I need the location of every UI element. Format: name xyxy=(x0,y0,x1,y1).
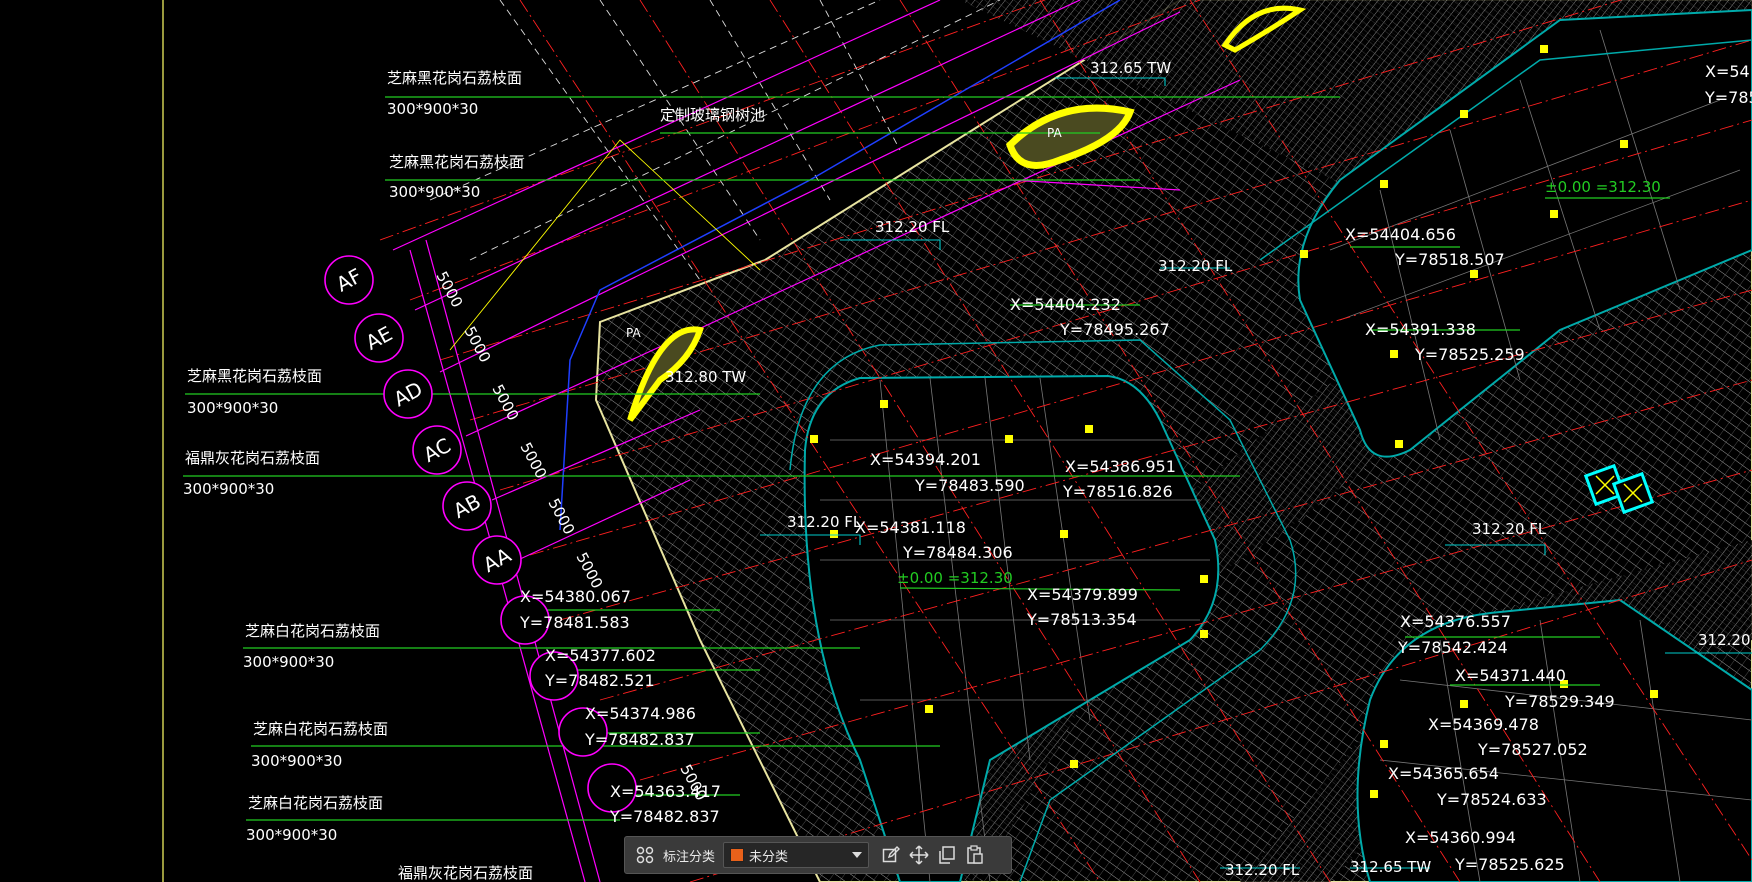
coordinate-x: X=54391.338 xyxy=(1365,320,1476,339)
material-label-size: 300*900*30 xyxy=(389,183,480,201)
coordinate-y: Y=785 xyxy=(1704,88,1752,107)
coordinate-x: X=54386.951 xyxy=(1065,457,1176,476)
annotation-toolbar: 标注分类 未分类 xyxy=(624,836,1012,874)
coordinate-y: Y=78483.590 xyxy=(914,476,1025,495)
coordinate-x: X=54363.417 xyxy=(610,782,721,801)
tree-pit-mark: PA xyxy=(1047,126,1062,140)
material-label-size: 300*900*30 xyxy=(187,399,278,417)
material-label-size: 300*900*30 xyxy=(387,100,478,118)
elevation-label: 312.20 FL xyxy=(875,218,950,236)
material-label-size: 300*900*30 xyxy=(183,480,274,498)
material-label-name: 芝麻白花岗石荔枝面 xyxy=(253,720,388,738)
cad-drawing-canvas[interactable]: AF AE AD AC AB AA 5000 5000 5000 5000 50… xyxy=(0,0,1752,882)
coordinate-y: Y=78516.826 xyxy=(1062,482,1173,501)
coordinate-y: Y=78481.583 xyxy=(519,613,630,632)
coordinate-x: X=54360.994 xyxy=(1405,828,1516,847)
coordinate-x: X=54 xyxy=(1705,62,1750,81)
elevation-label: 312.20 FL xyxy=(1225,861,1300,879)
coordinate-x: X=54371.440 xyxy=(1455,666,1566,685)
paste-icon[interactable] xyxy=(961,841,989,869)
coordinate-y: Y=78527.052 xyxy=(1477,740,1588,759)
coordinate-y: Y=78482.837 xyxy=(584,730,695,749)
elevation-label: 312.20 FL xyxy=(1472,520,1547,538)
coordinate-y: Y=78482.837 xyxy=(609,807,720,826)
chevron-down-icon xyxy=(852,852,863,858)
coordinate-y: Y=78529.349 xyxy=(1504,692,1615,711)
coordinate-x: X=54374.986 xyxy=(585,704,696,723)
coordinate-y: Y=78484.306 xyxy=(902,543,1013,562)
annotation-category-label: 标注分类 xyxy=(663,849,716,865)
coordinate-x: X=54394.201 xyxy=(870,450,981,469)
material-label-name: 福鼎灰花岗石荔枝面 xyxy=(185,449,320,467)
material-label-name: 芝麻黑花岗石荔枝面 xyxy=(389,153,524,171)
coordinate-y: Y=78524.633 xyxy=(1436,790,1547,809)
elevation-label: 312.20 FL xyxy=(1158,257,1233,275)
dimension-text: 5000 xyxy=(488,381,522,423)
datum-elevation-label: ±0.00 =312.30 xyxy=(897,569,1013,587)
category-color-swatch xyxy=(730,848,745,862)
material-label-name: 芝麻黑花岗石荔枝面 xyxy=(187,367,322,385)
dimension-text: 5000 xyxy=(516,439,550,481)
coordinate-x: X=54376.557 xyxy=(1400,612,1511,631)
coordinate-x: X=54365.654 xyxy=(1388,764,1499,783)
material-label-name: 定制玻璃钢树池 xyxy=(660,106,765,124)
material-label-name: 芝麻白花岗石荔枝面 xyxy=(248,794,383,812)
material-label-name: 福鼎灰花岗石荔枝面 xyxy=(398,864,533,882)
coordinate-y: Y=78525.259 xyxy=(1414,345,1525,364)
copy-icon[interactable] xyxy=(933,841,961,869)
coordinate-x: X=54404.656 xyxy=(1345,225,1456,244)
dimension-text: 5000 xyxy=(544,495,578,537)
datum-elevation-label: ±0.00 =312.30 xyxy=(1545,178,1661,196)
elevation-label: 312.20 xyxy=(1698,631,1751,649)
coordinate-y: Y=78518.507 xyxy=(1394,250,1505,269)
coordinate-x: X=54377.602 xyxy=(545,646,656,665)
coordinate-x: X=54381.118 xyxy=(855,518,966,537)
elevation-label: 312.80 TW xyxy=(665,368,746,386)
coordinate-y: Y=78482.521 xyxy=(544,671,655,690)
coordinate-y: Y=78542.424 xyxy=(1397,638,1508,657)
category-select-value: 未分类 xyxy=(749,849,789,865)
elevation-label: 312.20 FL xyxy=(787,513,862,531)
dimension-text: 5000 xyxy=(572,549,606,591)
material-label-size: 300*900*30 xyxy=(251,752,342,770)
elevation-label: 312.65 TW xyxy=(1350,858,1431,876)
coordinate-x: X=54404.232 xyxy=(1010,295,1121,314)
coordinate-y: Y=78513.354 xyxy=(1026,610,1137,629)
elevation-label: 312.65 TW xyxy=(1090,59,1171,77)
grid-icon[interactable] xyxy=(631,841,659,869)
coordinate-y: Y=78525.625 xyxy=(1454,855,1565,874)
move-icon[interactable] xyxy=(905,841,933,869)
category-select[interactable]: 未分类 xyxy=(723,842,870,868)
coordinate-y: Y=78495.267 xyxy=(1059,320,1170,339)
edit-icon[interactable] xyxy=(877,841,905,869)
tree-pit-mark: PA xyxy=(626,326,641,340)
coordinate-x: X=54380.067 xyxy=(520,587,631,606)
coordinate-x: X=54379.899 xyxy=(1027,585,1138,604)
coordinate-x: X=54369.478 xyxy=(1428,715,1539,734)
material-label-size: 300*900*30 xyxy=(243,653,334,671)
material-label-size: 300*900*30 xyxy=(246,826,337,844)
material-label-name: 芝麻黑花岗石荔枝面 xyxy=(387,69,522,87)
material-label-name: 芝麻白花岗石荔枝面 xyxy=(245,622,380,640)
